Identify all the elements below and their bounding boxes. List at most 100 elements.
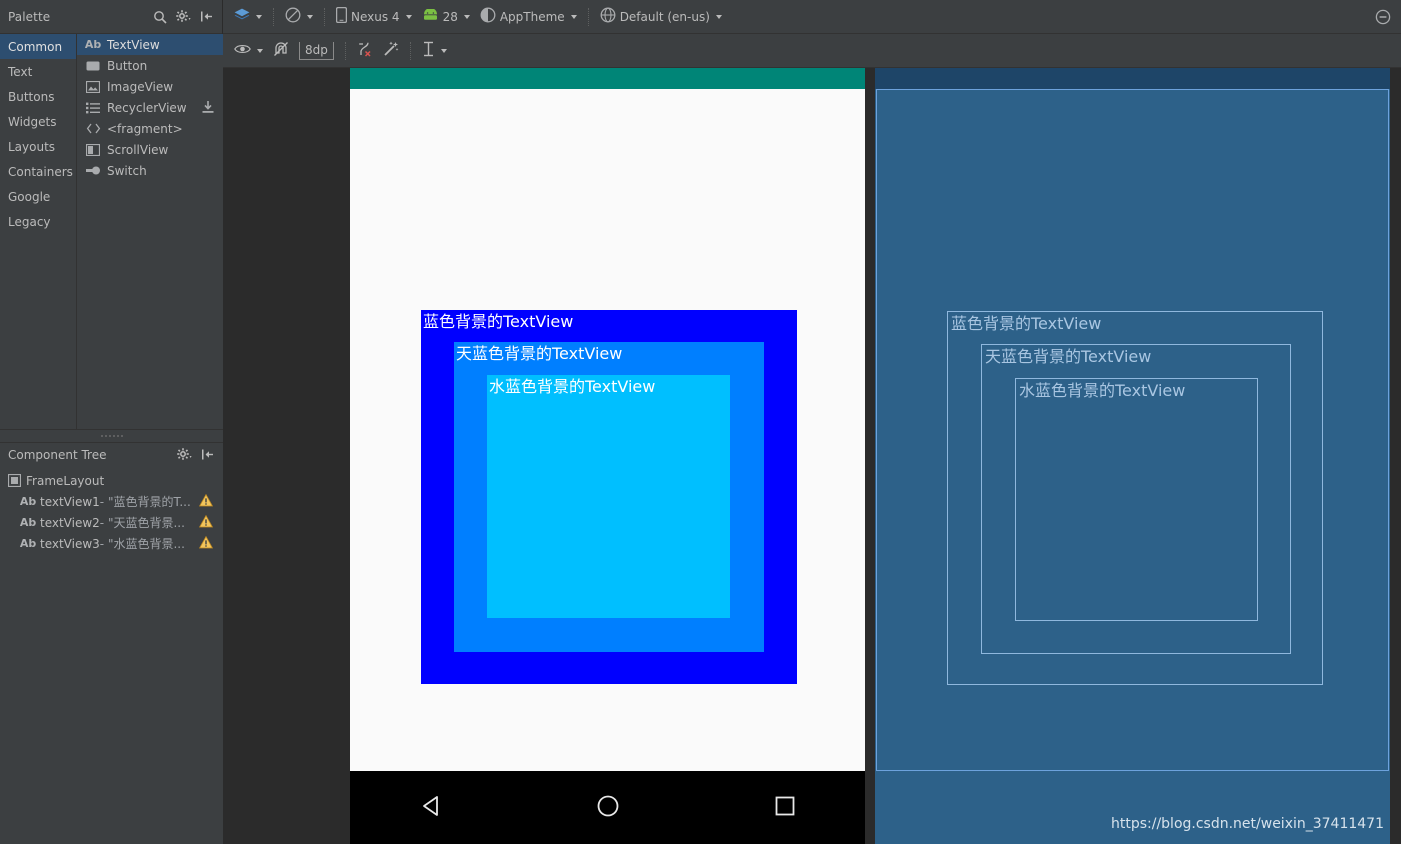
orientation-button[interactable] (280, 4, 318, 30)
tree-node-label: textView1 (40, 494, 100, 509)
locale-label: Default (en-us) (619, 9, 710, 24)
view-options-button[interactable] (229, 38, 268, 64)
component-tree-title: Component Tree (8, 447, 107, 462)
palette-header-icons (152, 9, 222, 25)
palette-category-label: Widgets (8, 114, 57, 129)
blueprint-textview3-label: 水蓝色背景的TextView (1019, 381, 1186, 400)
tree-node-framelayout[interactable]: FrameLayout (0, 470, 223, 491)
palette-item-button[interactable]: Button (77, 55, 223, 76)
palette-item-label: TextView (107, 37, 160, 52)
palette-item-textview[interactable]: Ab TextView (77, 34, 223, 55)
palette-category-common[interactable]: Common (0, 34, 76, 59)
palette-item-fragment[interactable]: <fragment> (77, 118, 223, 139)
palette-item-label: ImageView (107, 79, 174, 94)
editor-toolbar: Nexus 4 28 AppTheme Default (en-us) (223, 0, 1401, 34)
framelayout-icon (6, 474, 22, 487)
android-studio-layout-editor: Palette Common Text Buttons Widgets Layo… (0, 0, 1401, 844)
palette-category-label: Buttons (8, 89, 55, 104)
globe-icon (600, 7, 616, 26)
clear-constraints-button[interactable] (352, 38, 378, 64)
tree-node-label: textView2 (40, 515, 100, 530)
warning-icon[interactable] (198, 535, 214, 550)
toolbar-separator (273, 7, 274, 26)
api-level-selector[interactable]: 28 (417, 4, 475, 30)
infer-constraints-button[interactable] (378, 38, 404, 64)
gear-icon[interactable] (175, 9, 191, 25)
search-icon[interactable] (152, 9, 168, 25)
collapse-panel-icon[interactable] (199, 447, 215, 463)
palette-item-scrollview[interactable]: ScrollView (77, 139, 223, 160)
palette-category-layouts[interactable]: Layouts (0, 134, 76, 159)
panel-splitter[interactable] (0, 429, 223, 443)
palette-category-label: Common (8, 39, 63, 54)
blueprint-textview1[interactable]: 蓝色背景的TextView 天蓝色背景的TextView 水蓝色背景的TextV… (947, 311, 1323, 685)
blueprint-preview[interactable]: 蓝色背景的TextView 天蓝色背景的TextView 水蓝色背景的TextV… (875, 68, 1390, 844)
palette-item-label: ScrollView (107, 142, 169, 157)
chevron-down-icon (307, 14, 313, 19)
palette-category-containers[interactable]: Containers (0, 159, 76, 184)
palette-item-switch[interactable]: Switch (77, 160, 223, 181)
preview-textview2[interactable]: 天蓝色背景的TextView 水蓝色背景的TextView (454, 342, 764, 652)
palette-item-recyclerview[interactable]: RecyclerView (77, 97, 223, 118)
warning-icon[interactable] (198, 514, 214, 529)
tree-node-textview3[interactable]: Ab textView3 - "水蓝色背景... (0, 533, 223, 554)
blueprint-textview2[interactable]: 天蓝色背景的TextView 水蓝色背景的TextView (981, 344, 1291, 654)
tree-node-textview1[interactable]: Ab textView1 - "蓝色背景的T... (0, 491, 223, 512)
baseline-icon (422, 41, 435, 60)
blueprint-action-bar (875, 68, 1390, 89)
back-icon[interactable] (420, 793, 446, 823)
palette-item-imageview[interactable]: ImageView (77, 76, 223, 97)
preview-textview1[interactable]: 蓝色背景的TextView 天蓝色背景的TextView 水蓝色背景的TextV… (421, 310, 797, 684)
recents-icon[interactable] (773, 794, 797, 822)
chevron-down-icon (256, 14, 262, 19)
default-margin-value: 8dp (299, 41, 334, 60)
design-mode-button[interactable] (229, 4, 267, 30)
palette-title: Palette (8, 9, 51, 24)
palette-items: Ab TextView Button ImageView RecyclerVie… (77, 34, 223, 429)
collapse-panel-icon[interactable] (198, 9, 214, 25)
textview-icon: Ab (19, 516, 37, 529)
blueprint-textview3[interactable]: 水蓝色背景的TextView (1015, 378, 1258, 621)
theme-selector[interactable]: AppTheme (475, 4, 582, 30)
toolbar-separator (587, 7, 589, 26)
design-canvas[interactable]: 蓝色背景的TextView 天蓝色背景的TextView 水蓝色背景的TextV… (223, 68, 1401, 844)
baseline-align-button[interactable] (417, 38, 452, 64)
component-tree-header-icons (176, 447, 223, 463)
palette-category-text[interactable]: Text (0, 59, 76, 84)
button-icon (85, 59, 101, 73)
tree-node-textview2[interactable]: Ab textView2 - "天蓝色背景... (0, 512, 223, 533)
preview-textview3[interactable]: 水蓝色背景的TextView (487, 375, 730, 618)
warning-icon[interactable] (198, 493, 214, 508)
home-icon[interactable] (595, 793, 621, 823)
device-selector[interactable]: Nexus 4 (331, 4, 417, 30)
blueprint-navigation-area (875, 771, 1390, 844)
fragment-icon (85, 122, 101, 136)
palette-category-label: Text (8, 64, 33, 79)
chevron-down-icon (405, 14, 412, 19)
device-label: Nexus 4 (351, 9, 400, 24)
download-icon[interactable] (202, 101, 214, 114)
autoconnect-button[interactable] (268, 38, 294, 64)
palette-category-legacy[interactable]: Legacy (0, 209, 76, 234)
magic-wand-icon (383, 41, 399, 60)
device-preview[interactable]: 蓝色背景的TextView 天蓝色背景的TextView 水蓝色背景的TextV… (350, 68, 865, 844)
toolbar-separator (344, 41, 346, 60)
gear-icon[interactable] (176, 447, 192, 463)
device-screen: 蓝色背景的TextView 天蓝色背景的TextView 水蓝色背景的TextV… (350, 89, 865, 771)
palette-header: Palette (0, 0, 222, 34)
toolbar-separator (409, 41, 411, 60)
magnet-off-icon (273, 41, 289, 60)
minimize-circle-icon[interactable] (1375, 9, 1391, 25)
api-level-label: 28 (442, 9, 458, 24)
textview-icon: Ab (19, 537, 37, 550)
eye-icon (234, 43, 251, 58)
chevron-down-icon (440, 48, 447, 53)
android-icon (422, 7, 439, 24)
palette-category-widgets[interactable]: Widgets (0, 109, 76, 134)
tree-node-value: - "水蓝色背景... (99, 537, 185, 551)
palette-category-google[interactable]: Google (0, 184, 76, 209)
scrollview-icon (85, 143, 101, 157)
locale-selector[interactable]: Default (en-us) (595, 4, 727, 30)
palette-category-buttons[interactable]: Buttons (0, 84, 76, 109)
default-margin-button[interactable]: 8dp (294, 38, 339, 64)
